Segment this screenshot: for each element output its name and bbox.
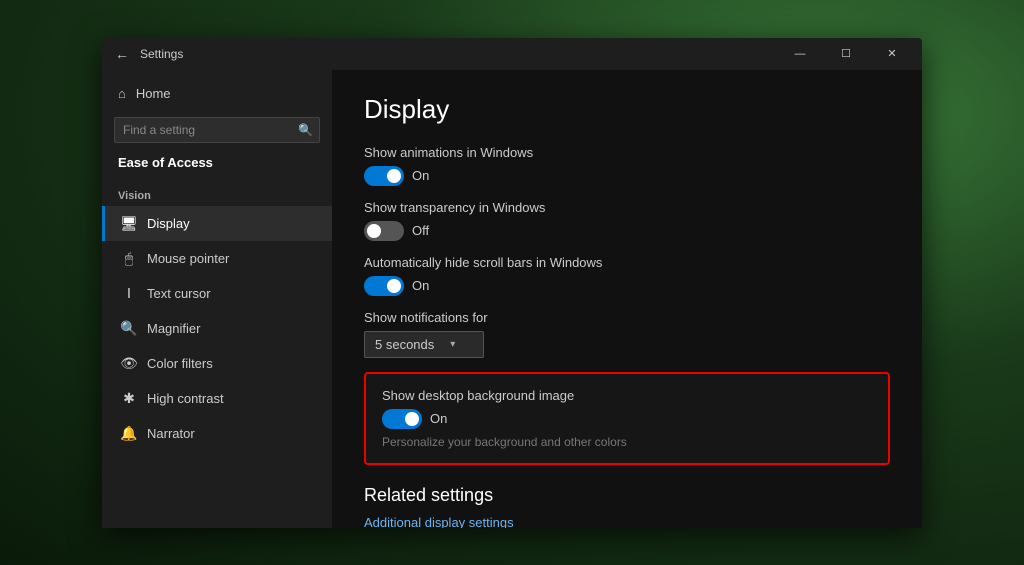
hide-scrollbars-toggle-label: On (412, 278, 429, 293)
titlebar: ← Settings — ☐ ✕ (102, 38, 922, 70)
sidebar-item-color-filters-label: Color filters (147, 356, 213, 371)
show-desktop-bg-label: Show desktop background image (382, 388, 872, 403)
sidebar-item-color-filters[interactable]: 👁 Color filters (102, 346, 332, 381)
sidebar-item-display[interactable]: 🖥 Display (102, 206, 332, 241)
sidebar-item-mouse-pointer[interactable]: 🖱 Mouse pointer (102, 241, 332, 276)
show-desktop-bg-toggle[interactable] (382, 409, 422, 429)
minimize-button[interactable]: — (778, 38, 822, 70)
narrator-icon: 🔔 (121, 425, 137, 442)
sidebar-heading: Ease of Access (102, 151, 332, 178)
show-desktop-bg-toggle-label: On (430, 411, 447, 426)
related-settings-section: Related settings Additional display sett… (364, 485, 890, 528)
sidebar-home[interactable]: ⌂ Home (102, 78, 332, 109)
show-animations-toggle[interactable] (364, 166, 404, 186)
sidebar-item-text-cursor-label: Text cursor (147, 286, 211, 301)
hide-scrollbars-label: Automatically hide scroll bars in Window… (364, 255, 890, 270)
close-button[interactable]: ✕ (870, 38, 914, 70)
show-desktop-bg-toggle-row: On (382, 409, 872, 429)
notifications-for-label: Show notifications for (364, 310, 890, 325)
sidebar-item-magnifier[interactable]: 🔍 Magnifier (102, 311, 332, 346)
window-title: Settings (140, 47, 778, 61)
home-label: Home (136, 86, 171, 101)
show-transparency-toggle-row: Off (364, 221, 890, 241)
show-desktop-bg-subtext: Personalize your background and other co… (382, 435, 872, 449)
search-input[interactable] (114, 117, 320, 143)
hide-scrollbars-setting: Automatically hide scroll bars in Window… (364, 255, 890, 296)
notifications-dropdown-row: 5 seconds ▾ (364, 331, 890, 358)
high-contrast-icon: ✱ (121, 390, 137, 407)
magnifier-icon: 🔍 (121, 320, 137, 337)
mouse-pointer-icon: 🖱 (121, 250, 137, 267)
show-animations-toggle-label: On (412, 168, 429, 183)
sidebar-item-high-contrast-label: High contrast (147, 391, 224, 406)
home-icon: ⌂ (118, 86, 126, 101)
window-controls: — ☐ ✕ (778, 38, 914, 70)
sidebar-item-narrator[interactable]: 🔔 Narrator (102, 416, 332, 451)
sidebar: ⌂ Home 🔍 Ease of Access Vision 🖥 Display… (102, 70, 332, 528)
back-button[interactable]: ← (110, 42, 134, 66)
color-filters-icon: 👁 (121, 355, 137, 372)
show-animations-setting: Show animations in Windows On (364, 145, 890, 186)
show-animations-toggle-row: On (364, 166, 890, 186)
sidebar-item-high-contrast[interactable]: ✱ High contrast (102, 381, 332, 416)
page-title: Display (364, 94, 890, 125)
hide-scrollbars-toggle[interactable] (364, 276, 404, 296)
sidebar-item-magnifier-label: Magnifier (147, 321, 200, 336)
additional-display-settings-link[interactable]: Additional display settings (364, 515, 514, 528)
display-icon: 🖥 (121, 215, 137, 232)
dropdown-chevron-icon: ▾ (450, 339, 455, 350)
window-content: ⌂ Home 🔍 Ease of Access Vision 🖥 Display… (102, 70, 922, 528)
related-settings-title: Related settings (364, 485, 890, 506)
show-desktop-background-section: Show desktop background image On Persona… (364, 372, 890, 465)
maximize-button[interactable]: ☐ (824, 38, 868, 70)
show-animations-label: Show animations in Windows (364, 145, 890, 160)
notifications-dropdown-value: 5 seconds (375, 337, 434, 352)
search-container: 🔍 (114, 117, 320, 143)
show-transparency-label: Show transparency in Windows (364, 200, 890, 215)
vision-section-title: Vision (102, 178, 332, 206)
notifications-dropdown[interactable]: 5 seconds ▾ (364, 331, 484, 358)
main-content: Display Show animations in Windows On Sh… (332, 70, 922, 528)
search-icon: 🔍 (298, 123, 313, 137)
sidebar-item-narrator-label: Narrator (147, 426, 195, 441)
show-transparency-toggle[interactable] (364, 221, 404, 241)
sidebar-item-mouse-pointer-label: Mouse pointer (147, 251, 229, 266)
sidebar-item-display-label: Display (147, 216, 190, 231)
settings-window: ← Settings — ☐ ✕ ⌂ Home 🔍 Ease of Access… (102, 38, 922, 528)
sidebar-item-text-cursor[interactable]: I Text cursor (102, 276, 332, 311)
text-cursor-icon: I (121, 285, 137, 302)
show-transparency-toggle-label: Off (412, 223, 429, 238)
notifications-for-setting: Show notifications for 5 seconds ▾ (364, 310, 890, 358)
hide-scrollbars-toggle-row: On (364, 276, 890, 296)
show-transparency-setting: Show transparency in Windows Off (364, 200, 890, 241)
